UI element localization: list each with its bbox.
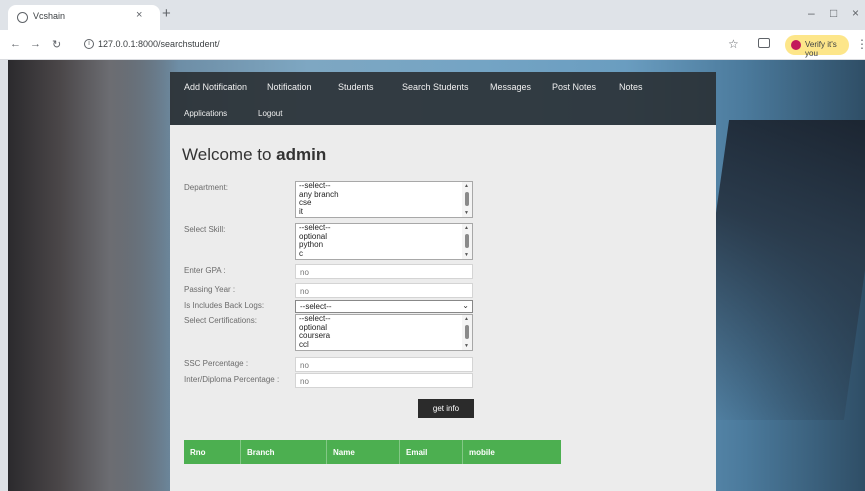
list-option[interactable]: it <box>296 207 472 217</box>
nav-add-notification[interactable]: Add Notification <box>184 82 247 92</box>
backlogs-label: Is Includes Back Logs: <box>184 301 265 310</box>
browser-toolbar: ← → ↻ i 127.0.0.1:8000/searchstudent/ ☆ … <box>0 30 865 60</box>
browser-tab[interactable]: Vcshain × <box>8 5 160 30</box>
list-option[interactable]: c <box>296 249 472 259</box>
department-listbox[interactable]: --select-- any branch cse it ▲ ▼ <box>295 181 473 218</box>
nav-notification[interactable]: Notification <box>267 82 312 92</box>
verify-label: Verify it's you <box>805 40 837 58</box>
nav-logout[interactable]: Logout <box>258 109 282 118</box>
minimize-button[interactable]: – <box>808 6 815 20</box>
nav-applications[interactable]: Applications <box>184 109 227 118</box>
list-option[interactable]: ccl <box>296 340 472 350</box>
get-info-button[interactable]: get info <box>418 399 474 418</box>
backlogs-select[interactable]: --select-- ⌄ <box>295 300 473 313</box>
search-panel: Welcome to admin Department: --select-- … <box>170 125 716 491</box>
reload-button[interactable]: ↻ <box>52 38 61 51</box>
passing-year-label: Passing Year : <box>184 285 236 294</box>
list-option[interactable]: python <box>296 240 472 250</box>
scroll-thumb[interactable] <box>465 192 469 206</box>
browser-menu-icon[interactable]: ⋮ <box>856 37 865 51</box>
scrollbar[interactable]: ▲ ▼ <box>462 224 472 259</box>
profile-avatar-icon <box>791 40 801 50</box>
scrollbar[interactable]: ▲ ▼ <box>462 182 472 217</box>
welcome-prefix: Welcome to <box>182 145 277 164</box>
column-header-mobile: mobile <box>469 448 495 457</box>
tab-title: Vcshain <box>33 11 66 21</box>
nav-students[interactable]: Students <box>338 82 374 92</box>
main-navbar: Add Notification Notification Students S… <box>170 72 716 128</box>
scrollbar[interactable]: ▲ ▼ <box>462 315 472 350</box>
scroll-up-icon[interactable]: ▲ <box>464 316 469 322</box>
info-icon[interactable]: i <box>84 39 94 49</box>
list-option[interactable]: any branch <box>296 190 472 200</box>
close-window-button[interactable]: × <box>852 6 859 20</box>
maximize-button[interactable]: □ <box>830 6 837 20</box>
bookmark-star-icon[interactable]: ☆ <box>728 37 739 51</box>
scroll-down-icon[interactable]: ▼ <box>464 343 469 349</box>
nav-post-notes[interactable]: Post Notes <box>552 82 596 92</box>
verify-profile-button[interactable]: Verify it's you <box>785 35 849 58</box>
inter-label: Inter/Diploma Percentage : <box>184 375 280 384</box>
nav-search-students[interactable]: Search Students <box>402 82 469 92</box>
globe-icon <box>17 12 28 23</box>
department-label: Department: <box>184 183 229 192</box>
welcome-user: admin <box>276 145 327 164</box>
column-header-name: Name <box>327 440 400 464</box>
forward-button[interactable]: → <box>30 38 41 50</box>
certifications-label: Select Certifications: <box>184 316 257 325</box>
url-text: 127.0.0.1:8000/searchstudent/ <box>98 39 220 49</box>
ssc-input[interactable]: no <box>295 357 473 372</box>
back-button[interactable]: ← <box>10 38 21 50</box>
scroll-down-icon[interactable]: ▼ <box>464 210 469 216</box>
tab-search-icon[interactable] <box>758 38 770 48</box>
backlogs-value: --select-- <box>300 302 332 311</box>
close-tab-icon[interactable]: × <box>136 9 142 21</box>
column-header-rno: Rno <box>184 440 241 464</box>
address-bar[interactable]: i 127.0.0.1:8000/searchstudent/ <box>78 34 718 56</box>
scroll-down-icon[interactable]: ▼ <box>464 252 469 258</box>
nav-messages[interactable]: Messages <box>490 82 531 92</box>
scroll-thumb[interactable] <box>465 325 469 339</box>
list-option[interactable]: cse <box>296 198 472 208</box>
inter-input[interactable]: no <box>295 373 473 388</box>
column-header-branch: Branch <box>241 440 327 464</box>
results-table-header: Rno Branch Name Email mobile <box>184 440 561 464</box>
gpa-label: Enter GPA : <box>184 266 226 275</box>
page-background: Add Notification Notification Students S… <box>8 60 865 491</box>
gpa-input[interactable]: no <box>295 264 473 279</box>
list-option[interactable]: coursera <box>296 331 472 341</box>
page-title: Welcome to admin <box>182 145 326 165</box>
certifications-listbox[interactable]: --select-- optional coursera ccl ▲ ▼ <box>295 314 473 351</box>
skill-label: Select Skill: <box>184 225 226 234</box>
background-person-image <box>8 60 178 491</box>
nav-notes[interactable]: Notes <box>619 82 643 92</box>
scroll-up-icon[interactable]: ▲ <box>464 183 469 189</box>
scroll-thumb[interactable] <box>465 234 469 248</box>
chevron-down-icon: ⌄ <box>462 301 469 310</box>
skill-listbox[interactable]: --select-- optional python c ▲ ▼ <box>295 223 473 260</box>
scroll-up-icon[interactable]: ▲ <box>464 225 469 231</box>
ssc-label: SSC Percentage : <box>184 359 249 368</box>
new-tab-button[interactable]: + <box>162 5 171 22</box>
column-header-email: Email <box>400 440 463 464</box>
browser-tab-bar: Vcshain × + – □ × <box>0 0 865 30</box>
passing-year-input[interactable]: no <box>295 283 473 298</box>
